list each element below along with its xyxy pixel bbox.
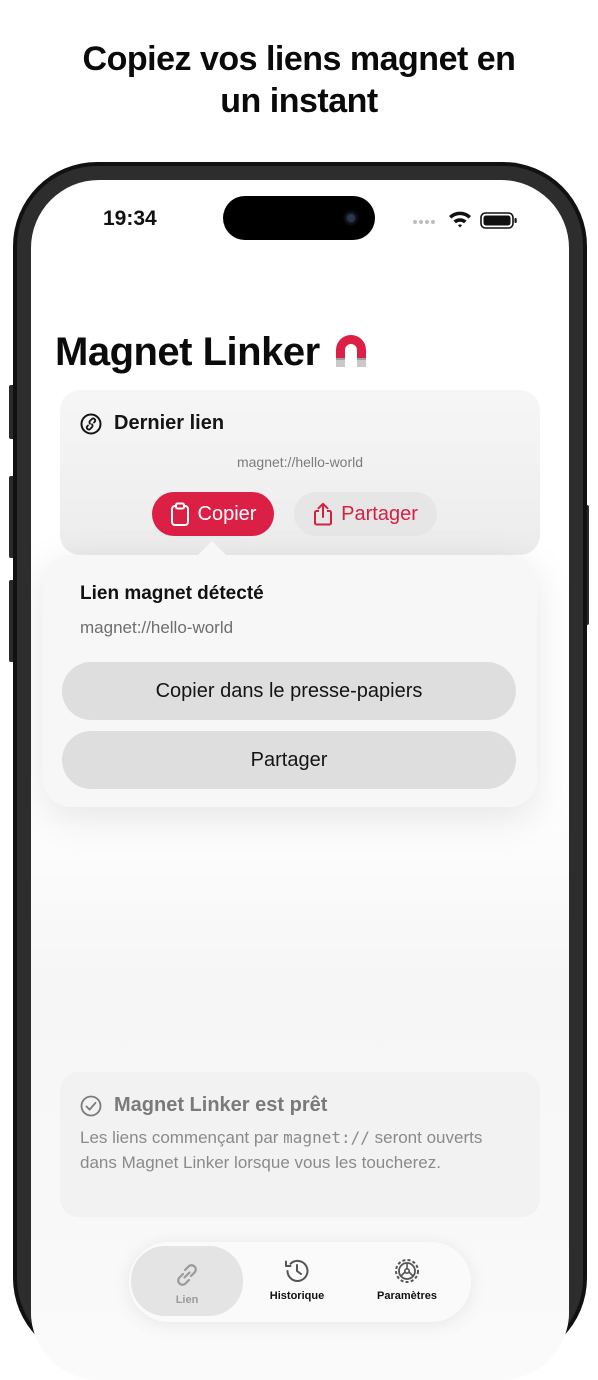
phone-frame: 19:34 Magnet Linker Dernier lien magnet:…	[13, 162, 587, 1380]
last-link-heading: Dernier lien	[114, 412, 225, 434]
last-link-header: Dernier lien	[80, 412, 224, 435]
headline-line-2: un instant	[220, 82, 378, 120]
copy-to-clipboard-button[interactable]: Copier dans le presse-papiers	[62, 662, 516, 720]
tab-history[interactable]: Historique	[241, 1242, 353, 1322]
headline-line-1: Copiez vos liens magnet en	[82, 40, 516, 78]
battery-icon	[480, 212, 517, 229]
marketing-headline: Copiez vos liens magnet en un instant	[0, 38, 598, 122]
copy-button[interactable]: Copier	[152, 492, 274, 536]
ready-description: Les liens commençant par magnet:// seron…	[80, 1125, 500, 1175]
ready-body-before: Les liens commençant par	[80, 1128, 279, 1147]
last-link-card: Dernier lien magnet://hello-world Copier…	[60, 390, 540, 555]
gear-icon	[395, 1259, 419, 1283]
tab-link-label: Lien	[175, 1294, 199, 1306]
status-indicators	[411, 208, 531, 229]
popover-title: Lien magnet détecté	[80, 583, 264, 604]
tab-bar: Lien Historique Paramètres	[129, 1242, 471, 1322]
ready-body-code: magnet://	[283, 1128, 370, 1147]
app-title-text: Magnet Linker	[55, 330, 320, 374]
tab-history-label: Historique	[269, 1290, 325, 1302]
popover-arrow	[198, 541, 226, 555]
share-button[interactable]: Partager	[294, 492, 437, 536]
tab-settings[interactable]: Paramètres	[351, 1242, 463, 1322]
link-circle-icon	[80, 413, 102, 434]
magnet-icon	[335, 334, 366, 367]
tab-link[interactable]: Lien	[131, 1246, 243, 1316]
camera-icon	[343, 210, 359, 226]
popover-url: magnet://hello-world	[80, 618, 234, 637]
share-icon	[314, 502, 333, 526]
checkmark-circle-icon	[80, 1095, 102, 1116]
dynamic-island	[223, 196, 375, 240]
ready-header: Magnet Linker est prêt	[80, 1094, 327, 1117]
cellular-signal-icon	[413, 220, 435, 224]
status-time: 19:34	[103, 207, 157, 230]
clipboard-icon	[170, 502, 189, 526]
link-icon	[177, 1264, 197, 1286]
last-link-url: magnet://hello-world	[236, 454, 364, 470]
share-button-label: Partager	[341, 503, 418, 525]
app-title: Magnet Linker	[55, 330, 372, 375]
copy-button-label: Copier	[197, 503, 257, 525]
popover-share-button[interactable]: Partager	[62, 731, 516, 789]
ready-heading: Magnet Linker est prêt	[114, 1094, 328, 1116]
tab-settings-label: Paramètres	[377, 1290, 437, 1302]
ready-info-card: Magnet Linker est prêt Les liens commenç…	[60, 1072, 540, 1217]
phone-screen: 19:34 Magnet Linker Dernier lien magnet:…	[31, 180, 569, 1380]
magnet-detected-popover: Lien magnet détecté magnet://hello-world…	[43, 541, 537, 807]
wifi-icon	[449, 211, 471, 228]
history-icon	[285, 1259, 309, 1282]
